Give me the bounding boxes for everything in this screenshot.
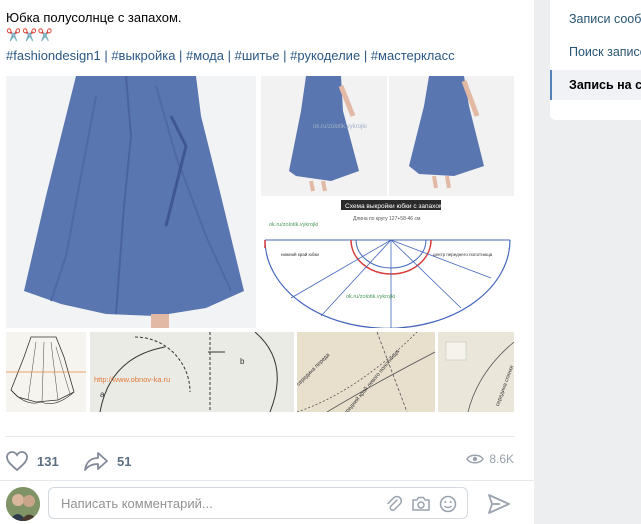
tag-fashiondesign1[interactable]: #fashiondesign1 <box>6 48 101 63</box>
smile-icon[interactable] <box>439 495 457 513</box>
watermark-text: ok.ru/zolotik.vykrojki <box>313 124 367 130</box>
sidebar-item-wall-post[interactable]: Запись на стене <box>550 70 641 100</box>
tag-separator: | <box>179 48 187 63</box>
comment-divider <box>0 480 534 481</box>
tag-vykrojka[interactable]: #выкройка <box>111 48 175 63</box>
post-title: Юбка полусолнце с запахом. <box>6 10 182 25</box>
camera-icon[interactable] <box>411 495 430 513</box>
sidebar-item-community-posts[interactable]: Записи сообщества <box>550 4 641 34</box>
send-button[interactable] <box>486 491 512 517</box>
right-sidebar-menu: Записи сообщества Поиск записей Запись н… <box>550 0 641 120</box>
photo-skirt-main[interactable] <box>6 76 256 328</box>
letter-b: b <box>240 357 245 366</box>
photo-cutting-diagram[interactable]: a b http://www.obnov-ka.ru <box>90 332 294 412</box>
like-count: 131 <box>37 453 59 469</box>
paperclip-icon[interactable] <box>385 495 403 513</box>
pattern-label-left: нижний край юбки <box>281 251 319 257</box>
tag-shitie[interactable]: #шитье <box>235 48 280 63</box>
tag-rukodelie[interactable]: #рукоделие <box>290 48 360 63</box>
pattern-watermark: ok.ru/zolotik.vykrojki <box>269 222 318 228</box>
share-arrow-icon <box>84 452 108 471</box>
comment-input[interactable] <box>49 488 349 518</box>
obnov-watermark: http://www.obnov-ka.ru <box>94 375 170 384</box>
sidebar-item-search-posts[interactable]: Поиск записей <box>550 37 641 67</box>
pattern-watermark-mid: ok.ru/zolotik.vykrojki <box>346 294 395 300</box>
photo-skirt-sketch[interactable] <box>6 332 86 412</box>
heart-icon <box>6 451 28 472</box>
tag-moda[interactable]: #мода <box>186 48 224 63</box>
comment-box <box>48 487 468 519</box>
photo-model-1[interactable]: ok.ru/zolotik.vykrojki <box>261 76 387 196</box>
pattern-title: Схема выкройки юбки с запахом <box>345 202 444 210</box>
photo-beige-pattern-1[interactable]: середина переда передний край левого пол… <box>297 332 435 412</box>
tag-masterklass[interactable]: #мастеркласс <box>371 48 455 63</box>
views-counter: 8.6K <box>466 452 514 466</box>
post-card: Юбка полусолнце с запахом. ✂️✂️✂️ #fashi… <box>0 0 534 524</box>
photo-model-2[interactable] <box>389 76 514 196</box>
avatar[interactable] <box>6 487 40 521</box>
photo-beige-pattern-2[interactable]: середина спинки <box>438 332 514 412</box>
scissors-emoji: ✂️✂️✂️ <box>6 28 54 42</box>
tag-separator: | <box>227 48 235 63</box>
share-count: 51 <box>117 453 132 469</box>
eye-icon <box>466 454 485 464</box>
post-tags: #fashiondesign1 | #выкройка | #мода | #ш… <box>6 48 455 64</box>
tag-separator: | <box>363 48 371 63</box>
photo-pattern-diagram[interactable]: Схема выкройки юбки с запахом Длина по к… <box>261 198 514 328</box>
pattern-label-right: центр переднего полотнища <box>433 252 493 257</box>
send-arrow-icon <box>488 494 510 514</box>
letter-a: a <box>100 390 105 399</box>
like-button[interactable]: 131 <box>5 450 59 472</box>
share-button[interactable]: 51 <box>83 450 131 472</box>
view-count: 8.6K <box>489 452 514 466</box>
pattern-subtitle: Длина по кругу 127+58-46 см <box>353 216 421 222</box>
post-divider <box>6 436 514 437</box>
